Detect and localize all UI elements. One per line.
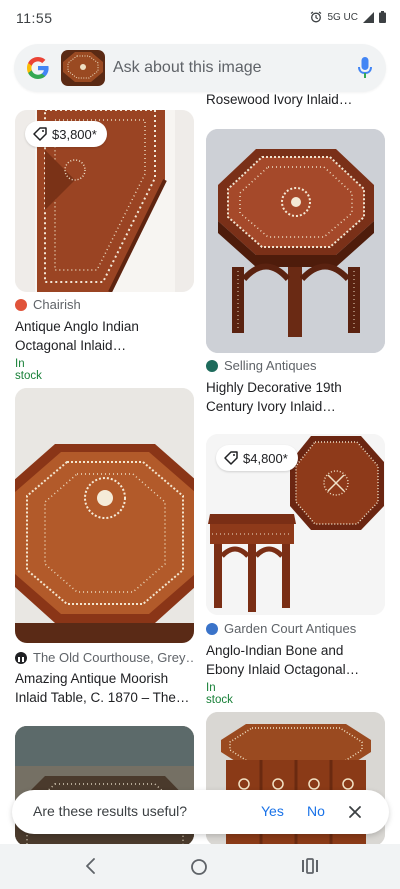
system-nav-bar [0, 844, 400, 889]
mic-icon[interactable] [358, 57, 372, 79]
feedback-yes-button[interactable]: Yes [261, 803, 284, 819]
battery-icon [379, 11, 386, 23]
result-image[interactable] [15, 388, 194, 643]
price-label: $4,800* [243, 450, 288, 466]
recent-apps-icon[interactable] [301, 858, 319, 874]
stock-status: In stock [206, 682, 233, 706]
result-title[interactable]: Highly Decorative 19th Century Ivory Inl… [206, 378, 376, 416]
query-image-thumbnail[interactable] [61, 50, 105, 86]
selling-antiques-logo-icon [206, 359, 218, 372]
courthouse-logo-icon [15, 651, 27, 664]
result-title[interactable]: Anglo-Indian Bone and Ebony Inlaid Octag… [206, 641, 382, 679]
result-title[interactable]: Rosewood Ivory Inlaid… [206, 90, 386, 109]
result-source: Selling Antiques [206, 358, 385, 373]
price-label: $3,800* [52, 126, 97, 142]
feedback-question: Are these results useful? [33, 803, 188, 819]
price-badge: $4,800* [216, 445, 298, 471]
signal-icon [363, 11, 374, 23]
source-name: Chairish [33, 297, 81, 312]
result-source: The Old Courthouse, Grey… [15, 650, 195, 665]
feedback-prompt: Are these results useful? Yes No [12, 790, 389, 834]
price-badge: $3,800* [25, 121, 107, 147]
network-label: 5G UC [327, 11, 358, 23]
feedback-no-button[interactable]: No [307, 803, 325, 819]
status-time: 11:55 [16, 10, 53, 26]
garden-court-logo-icon [206, 622, 218, 635]
google-logo-icon[interactable] [26, 56, 50, 80]
tag-icon [33, 127, 47, 141]
result-source: Garden Court Antiques [206, 621, 385, 636]
stock-status: In stock [15, 358, 42, 382]
result-title[interactable]: Amazing Antique Moorish Inlaid Table, C.… [15, 669, 193, 707]
results-grid: Rosewood Ivory Inlaid… $3,800* Chairish … [0, 0, 400, 889]
result-source: Chairish [15, 297, 194, 312]
chairish-logo-icon [15, 298, 27, 311]
back-icon[interactable] [84, 858, 98, 874]
status-bar: 11:55 5G UC [0, 0, 400, 36]
source-name: The Old Courthouse, Grey… [33, 650, 195, 665]
alarm-icon [311, 11, 322, 23]
tag-icon [224, 451, 238, 465]
source-name: Garden Court Antiques [224, 621, 357, 636]
source-name: Selling Antiques [224, 358, 317, 373]
home-icon[interactable] [190, 858, 208, 876]
result-title[interactable]: Antique Anglo Indian Octagonal Inlaid… [15, 317, 185, 355]
status-icons: 5G UC [310, 11, 386, 23]
result-image[interactable] [206, 129, 385, 353]
close-icon[interactable] [347, 804, 363, 820]
search-bar[interactable]: Ask about this image [14, 44, 386, 92]
search-input[interactable]: Ask about this image [113, 59, 262, 77]
